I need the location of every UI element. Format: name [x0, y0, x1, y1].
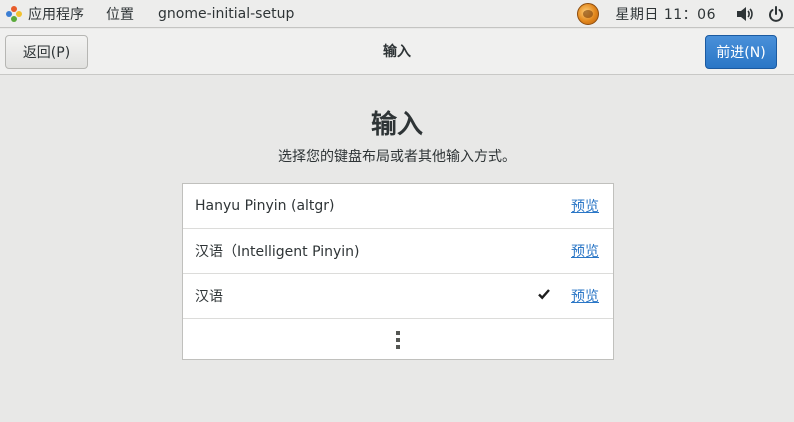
- back-button[interactable]: 返回(P): [5, 35, 88, 69]
- active-app-name[interactable]: gnome-initial-setup: [158, 6, 294, 22]
- status-area: 星期日 11：06: [577, 0, 794, 28]
- input-source-row[interactable]: 汉语（Intelligent Pinyin) 预览: [183, 229, 613, 274]
- header-bar: 输入 返回(P) 前进(N): [0, 29, 794, 75]
- user-avatar-icon[interactable]: [577, 3, 600, 25]
- header-title: 输入: [383, 44, 411, 60]
- applications-menu-label: 应用程序: [28, 6, 84, 23]
- clock[interactable]: 星期日 11：06: [615, 4, 716, 24]
- top-panel: 应用程序 位置 gnome-initial-setup 星期日 11：06: [0, 0, 794, 28]
- input-source-label: 汉语（Intelligent Pinyin): [195, 244, 360, 260]
- next-button[interactable]: 前进(N): [705, 35, 777, 69]
- power-icon[interactable]: [768, 6, 784, 22]
- applications-menu[interactable]: 应用程序: [6, 4, 106, 24]
- preview-link[interactable]: 预览: [571, 286, 599, 306]
- input-source-label: 汉语: [195, 289, 223, 305]
- input-source-row[interactable]: 汉语 预览: [183, 274, 613, 319]
- preview-link[interactable]: 预览: [571, 241, 599, 261]
- volume-icon[interactable]: [736, 6, 754, 22]
- input-source-label: Hanyu Pinyin (altgr): [195, 198, 335, 214]
- apps-icon: [6, 5, 22, 22]
- check-icon: [538, 289, 550, 300]
- places-menu[interactable]: 位置: [106, 4, 134, 24]
- input-source-list: Hanyu Pinyin (altgr) 预览 汉语（Intelligent P…: [182, 183, 614, 360]
- more-sources-row[interactable]: [183, 319, 613, 360]
- preview-link[interactable]: 预览: [571, 196, 599, 216]
- page-description: 选择您的键盘布局或者其他输入方式。: [278, 149, 516, 165]
- input-source-row[interactable]: Hanyu Pinyin (altgr) 预览: [183, 184, 613, 229]
- page-title: 输入: [370, 110, 423, 140]
- more-vertical-icon: [395, 330, 401, 349]
